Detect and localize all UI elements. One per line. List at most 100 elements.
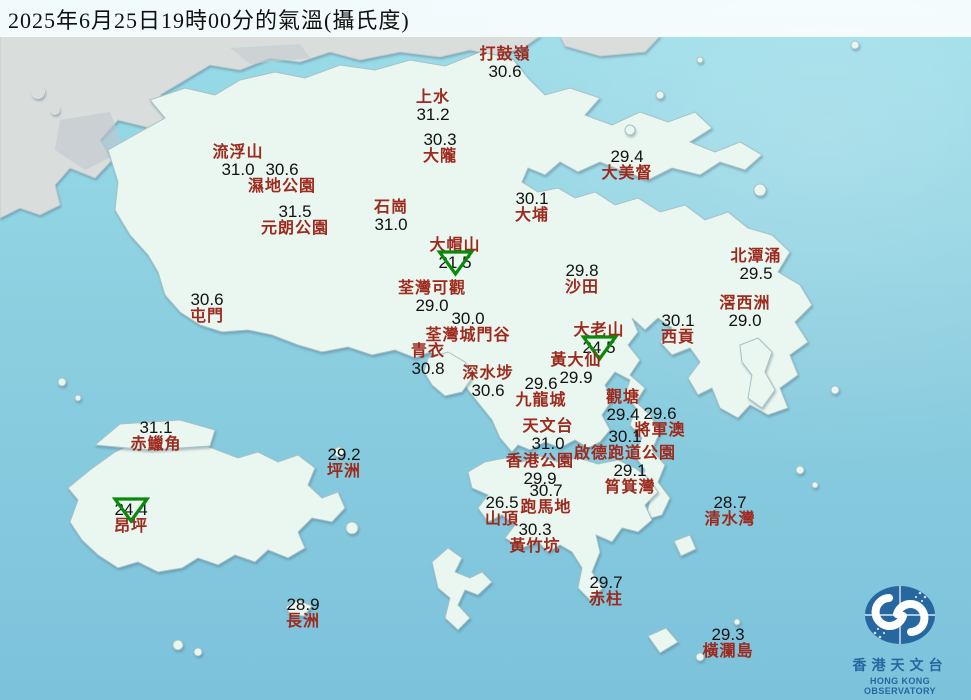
station-元朗公園: 31.5 元朗公園 (261, 203, 329, 237)
station-temperature: 30.3 (423, 130, 457, 149)
station-橫瀾島: 29.3 橫瀾島 (702, 626, 753, 660)
hong-kong-map (0, 0, 971, 700)
station-屯門: 30.6 屯門 (190, 291, 224, 325)
station-name: 跑馬地 (520, 499, 572, 516)
station-name: 打鼓嶺 (479, 46, 531, 63)
station-大老山: 大老山 24.5 (573, 322, 625, 362)
station-temperature: 29.1 (613, 461, 647, 480)
station-temperature: 31.2 (416, 105, 450, 124)
station-滘西洲: 滘西洲 29.0 (719, 295, 770, 329)
station-name: 筲箕灣 (604, 479, 656, 496)
station-temperature: 31.1 (139, 418, 173, 437)
station-temperature: 30.6 (488, 62, 522, 81)
hko-logo-english-name: HONG KONG OBSERVATORY (864, 676, 936, 696)
station-name: 北潭涌 (730, 248, 782, 265)
station-temperature: 30.0 (451, 309, 485, 328)
station-大隴: 30.3 大隴 (423, 131, 457, 165)
station-name: 天文台 (522, 418, 574, 435)
station-name: 九龍城 (515, 392, 567, 409)
station-name: 大埔 (514, 207, 550, 224)
station-大帽山: 大帽山 21.5 (429, 237, 481, 277)
station-temperature: 29.6 (643, 404, 677, 423)
station-temperature: 31.0 (531, 434, 565, 453)
station-name: 大老山 (573, 322, 625, 339)
station-北潭涌: 北潭涌 29.5 (730, 248, 781, 282)
station-昂坪: 24.4 昂坪 (111, 497, 150, 535)
station-name: 深水埗 (462, 365, 514, 382)
station-name: 長洲 (285, 613, 321, 630)
station-大美督: 29.4 大美督 (601, 148, 652, 182)
station-赤柱: 29.7 赤柱 (589, 574, 623, 608)
title-bar: 2025年6月25日19時00分的氣溫(攝氏度) (0, 0, 971, 37)
station-啟德跑道公園: 30.1 啟德跑道公園 (574, 428, 676, 462)
hko-logo-chinese-name: 香港天文台 (852, 657, 948, 673)
station-temperature: 30.1 (661, 311, 695, 330)
station-temperature: 21.5 (438, 253, 472, 272)
station-temperature: 29.3 (711, 625, 745, 644)
station-name: 沙田 (564, 279, 600, 296)
station-name: 黃大仙 (550, 352, 602, 369)
station-name: 元朗公園 (260, 220, 330, 237)
station-name: 西貢 (660, 329, 696, 346)
station-name: 橫瀾島 (702, 643, 754, 660)
station-青衣: 青衣 30.8 (411, 343, 445, 377)
station-temperature: 30.1 (515, 189, 549, 208)
station-荃灣城門谷: 30.0 荃灣城門谷 (425, 310, 510, 344)
station-赤鱲角: 31.1 赤鱲角 (130, 419, 181, 453)
station-temperature: 30.7 (529, 481, 563, 500)
station-沙田: 29.8 沙田 (565, 262, 599, 296)
station-深水埗: 深水埗 30.6 (462, 365, 513, 399)
station-西貢: 30.1 西貢 (661, 312, 695, 346)
station-清水灣: 28.7 清水灣 (704, 494, 755, 528)
station-name: 啟德跑道公園 (573, 445, 677, 462)
station-name: 赤鱲角 (130, 436, 182, 453)
station-name: 大隴 (422, 148, 458, 165)
station-temperature: 26.5 (485, 493, 519, 512)
station-name: 石崗 (373, 199, 409, 216)
station-temperature: 31.0 (374, 215, 408, 234)
station-temperature: 30.3 (518, 520, 552, 539)
station-temperature: 29.5 (739, 264, 773, 283)
station-temperature: 29.0 (728, 311, 762, 330)
station-temperature: 30.6 (265, 160, 299, 179)
station-temperature: 30.8 (411, 359, 445, 378)
station-name: 滘西洲 (719, 295, 771, 312)
station-name: 大帽山 (429, 237, 481, 254)
station-name: 上水 (415, 89, 451, 106)
station-name: 赤柱 (588, 591, 624, 608)
station-temperature: 29.7 (589, 573, 623, 592)
station-name: 香港公園 (505, 453, 575, 470)
station-筲箕灣: 29.1 筲箕灣 (604, 462, 655, 496)
station-name: 荃灣城門谷 (425, 327, 511, 344)
station-上水: 上水 31.2 (416, 89, 450, 123)
hko-logo-icon (865, 586, 935, 644)
station-name: 昂坪 (113, 518, 149, 535)
station-石崗: 石崗 31.0 (374, 199, 408, 233)
station-name: 清水灣 (704, 511, 756, 528)
station-name: 大美督 (601, 165, 653, 182)
station-temperature: 29.8 (565, 261, 599, 280)
station-temperature: 29.2 (327, 445, 361, 464)
station-temperature: 29.6 (524, 374, 558, 393)
station-name: 屯門 (189, 308, 225, 325)
station-temperature: 30.6 (190, 290, 224, 309)
station-temperature: 28.7 (713, 493, 747, 512)
station-temperature: 28.9 (286, 595, 320, 614)
station-name: 濕地公園 (247, 178, 317, 195)
station-name: 坪洲 (326, 463, 362, 480)
station-name: 荃灣可觀 (397, 280, 467, 297)
station-temperature: 30.1 (608, 427, 642, 446)
station-長洲: 28.9 長洲 (286, 596, 320, 630)
station-大埔: 30.1 大埔 (515, 190, 549, 224)
station-打鼓嶺: 打鼓嶺 30.6 (479, 46, 530, 80)
station-name: 觀塘 (605, 389, 641, 406)
station-九龍城: 29.6 九龍城 (515, 375, 566, 409)
station-name: 黃竹坑 (509, 538, 561, 555)
station-name: 流浮山 (212, 144, 264, 161)
station-temperature: 31.5 (278, 202, 312, 221)
station-temperature: 24.4 (114, 500, 148, 519)
station-name: 青衣 (410, 343, 446, 360)
station-天文台: 天文台 31.0 (522, 418, 573, 452)
station-temperature: 29.4 (610, 147, 644, 166)
map-title: 2025年6月25日19時00分的氣溫(攝氏度) (8, 8, 410, 33)
